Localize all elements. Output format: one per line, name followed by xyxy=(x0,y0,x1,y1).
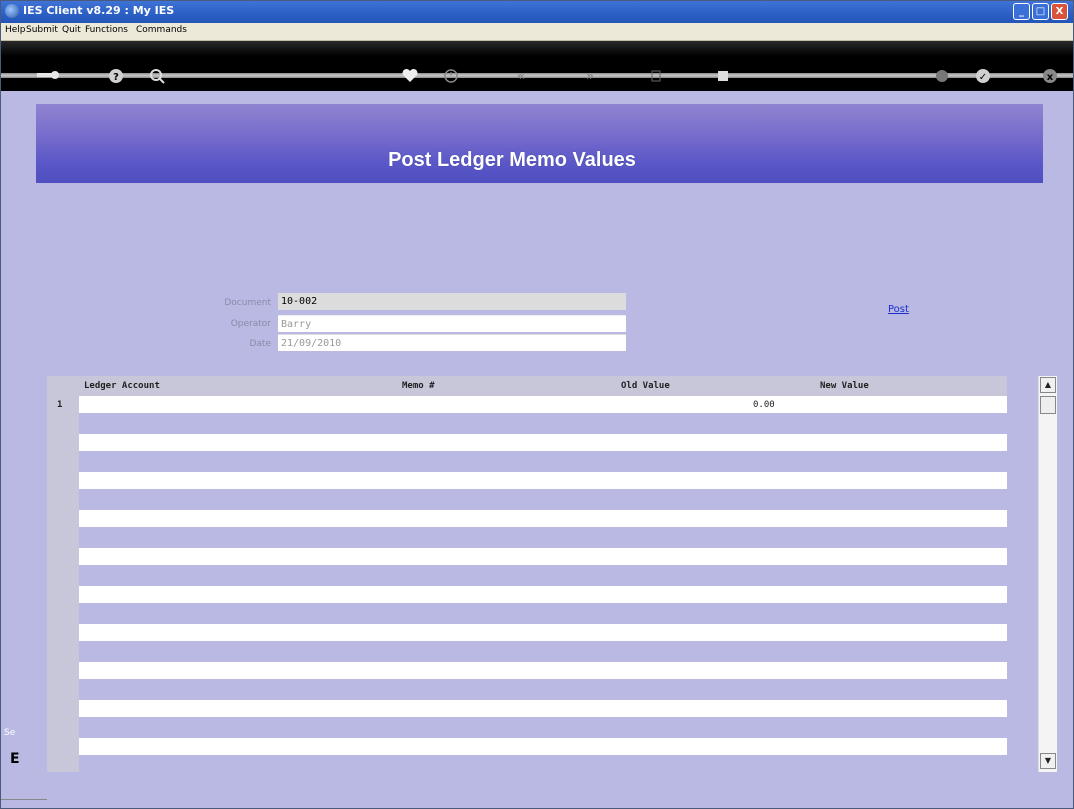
document-field[interactable]: 10-002 xyxy=(278,293,626,310)
toolbar: ? « » ✓ x xyxy=(1,41,1073,91)
left-edge-char: E xyxy=(10,751,20,767)
app-window: IES Client v8.29 : My IES _ □ X Help Sub… xyxy=(0,0,1074,809)
scroll-up-button[interactable]: ▲ xyxy=(1040,377,1056,393)
table-row[interactable] xyxy=(79,624,1007,641)
table-row[interactable] xyxy=(79,472,1007,489)
close-icon[interactable]: x xyxy=(1041,67,1059,85)
column-header-memo[interactable]: Memo # xyxy=(402,381,435,391)
row-number: 1 xyxy=(57,400,63,410)
maximize-button[interactable]: □ xyxy=(1032,3,1049,20)
export-icon[interactable] xyxy=(647,67,665,85)
minimize-button[interactable]: _ xyxy=(1013,3,1030,20)
clock-icon[interactable] xyxy=(442,67,460,85)
rewind-icon[interactable]: « xyxy=(512,67,530,85)
check-icon[interactable]: ✓ xyxy=(974,67,992,85)
old-value-cell: 0.00 xyxy=(753,400,775,410)
search-icon[interactable] xyxy=(148,67,166,85)
table-row[interactable] xyxy=(79,434,1007,451)
menu-item-functions[interactable]: Functions xyxy=(85,25,128,35)
page-banner: Post Ledger Memo Values xyxy=(36,104,1043,183)
menu-item-help[interactable]: Help xyxy=(5,25,26,35)
scroll-down-button[interactable]: ▼ xyxy=(1040,753,1056,769)
page-title: Post Ledger Memo Values xyxy=(388,149,636,171)
operator-field[interactable]: Barry xyxy=(278,315,626,332)
table-row[interactable] xyxy=(79,548,1007,565)
ledger-grid: Ledger Account Memo # Old Value New Valu… xyxy=(47,376,1007,772)
menu-item-submit[interactable]: Submit xyxy=(26,25,58,35)
column-header-old-value[interactable]: Old Value xyxy=(621,381,670,391)
left-edge-label: Se xyxy=(4,728,16,738)
heart-icon[interactable] xyxy=(401,67,419,85)
menu-bar: Help Submit Quit Functions Commands xyxy=(1,23,1073,41)
print-icon[interactable] xyxy=(933,67,951,85)
svg-text:✓: ✓ xyxy=(979,72,987,83)
table-row[interactable]: 0.00 xyxy=(79,396,1007,413)
table-row[interactable] xyxy=(79,586,1007,603)
bottom-divider xyxy=(1,799,47,800)
table-row[interactable] xyxy=(79,662,1007,679)
post-link[interactable]: Post xyxy=(888,304,909,315)
grid-header: Ledger Account Memo # Old Value New Valu… xyxy=(79,376,1007,396)
table-row[interactable] xyxy=(79,738,1007,755)
title-bar[interactable]: IES Client v8.29 : My IES _ □ X xyxy=(1,1,1073,23)
stop-icon[interactable] xyxy=(714,67,732,85)
forward-icon[interactable]: » xyxy=(581,67,599,85)
column-header-ledger-account[interactable]: Ledger Account xyxy=(84,381,160,391)
document-label: Document xyxy=(224,298,271,308)
window-title: IES Client v8.29 : My IES xyxy=(23,4,175,17)
operator-label: Operator xyxy=(230,319,271,329)
date-field[interactable]: 21/09/2010 xyxy=(278,334,626,351)
scroll-thumb[interactable] xyxy=(1040,396,1056,414)
grid-scrollbar[interactable]: ▲ ▼ xyxy=(1038,376,1057,772)
close-button[interactable]: X xyxy=(1051,3,1068,20)
help-icon[interactable]: ? xyxy=(107,67,125,85)
app-icon xyxy=(5,4,19,18)
table-row[interactable] xyxy=(79,700,1007,717)
row-number-gutter xyxy=(47,376,79,772)
table-row[interactable] xyxy=(79,510,1007,527)
svg-text:x: x xyxy=(1047,72,1054,83)
key-icon[interactable] xyxy=(35,66,61,84)
column-header-new-value[interactable]: New Value xyxy=(820,381,869,391)
menu-item-quit[interactable]: Quit xyxy=(62,25,81,35)
svg-text:?: ? xyxy=(113,72,119,83)
menu-item-commands[interactable]: Commands xyxy=(136,25,187,35)
date-label: Date xyxy=(249,339,271,349)
